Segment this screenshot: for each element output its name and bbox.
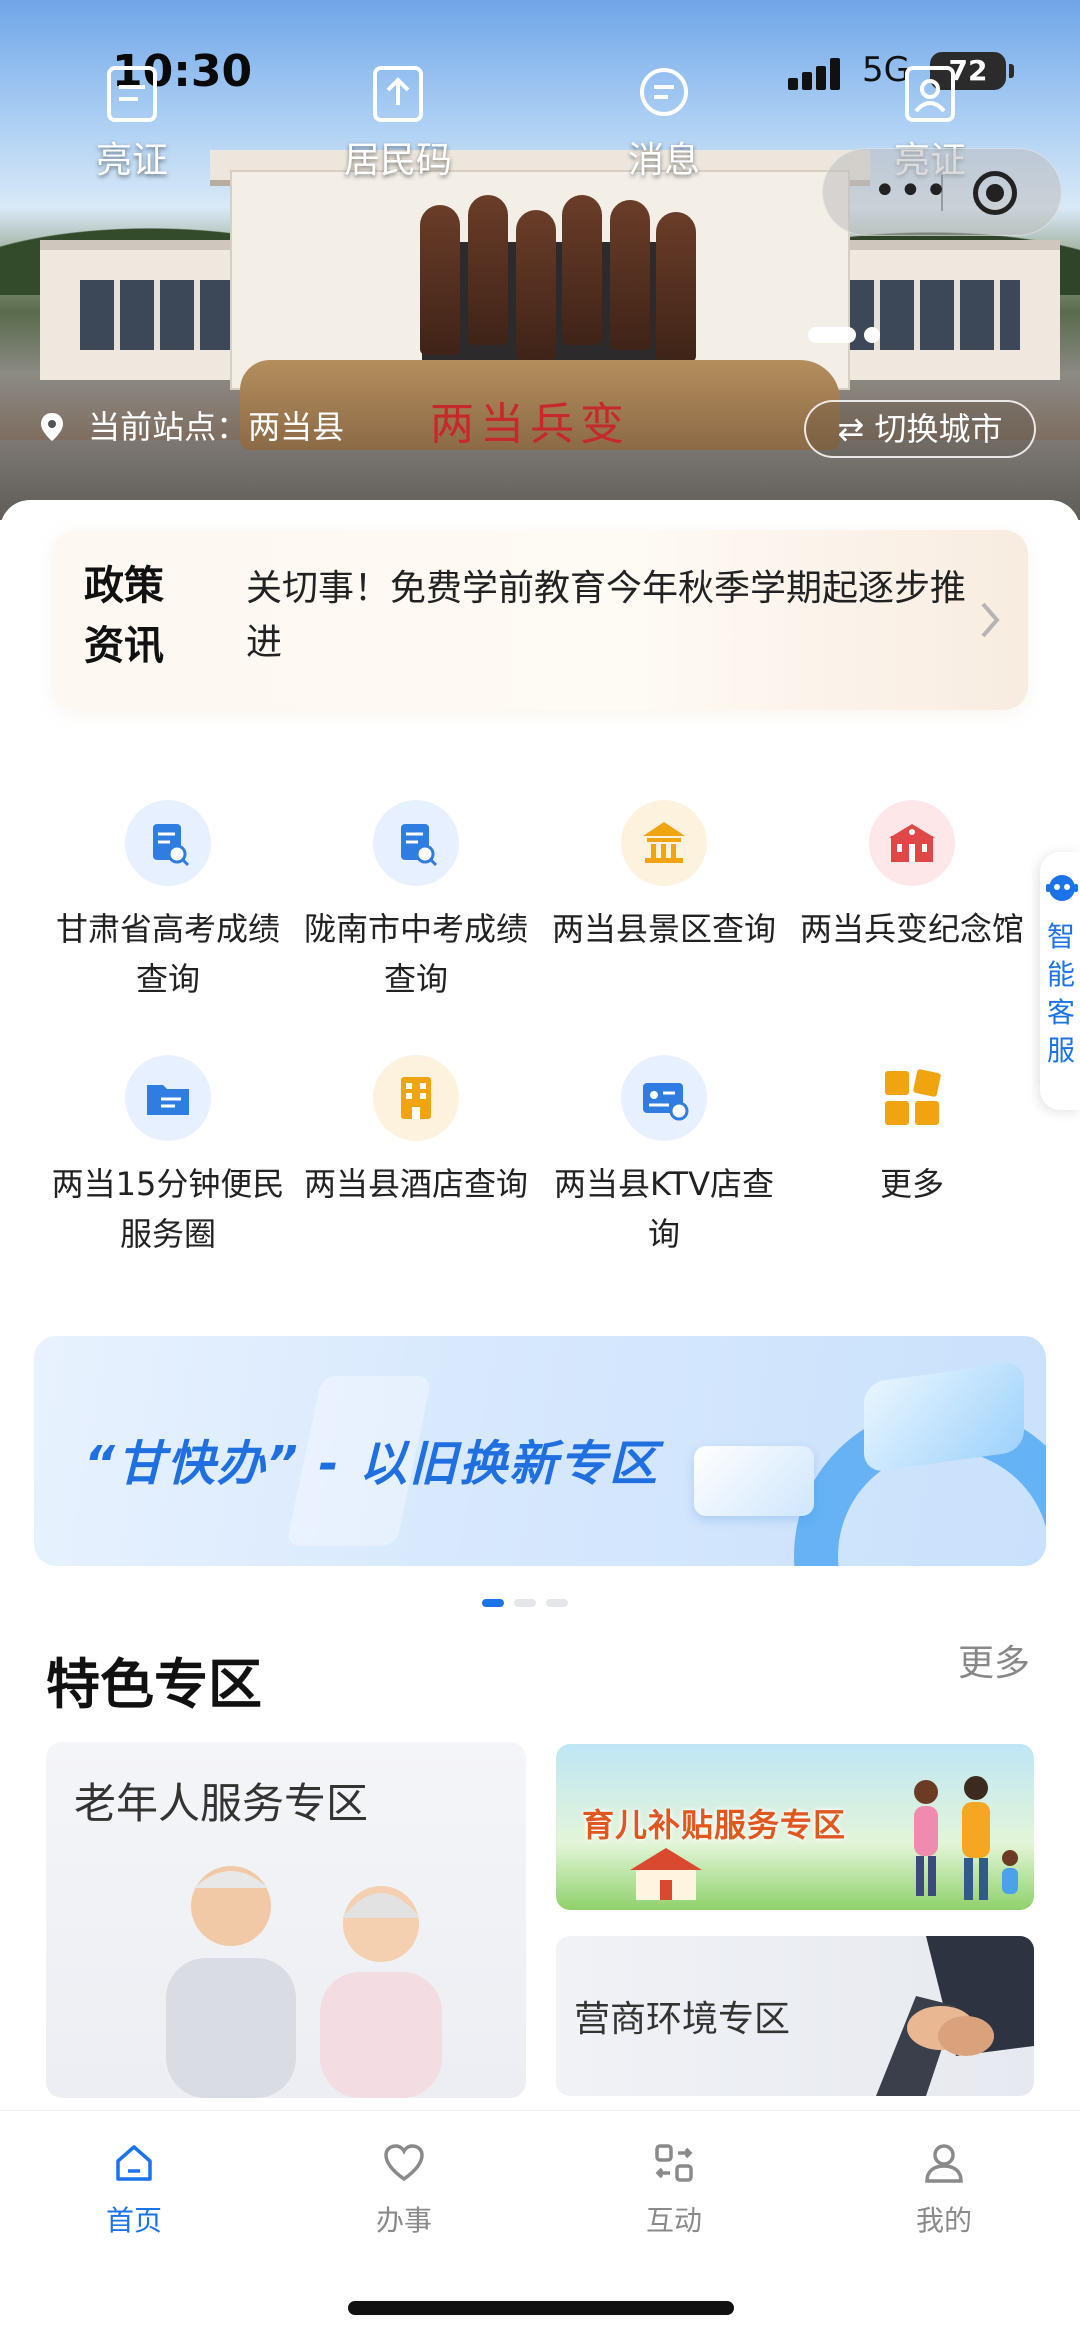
id-card-icon (905, 66, 955, 122)
tab-label: 互动 (645, 2204, 702, 2237)
featured-more-link[interactable]: 更多 (958, 1634, 1030, 1686)
service-memorial-hall[interactable]: 两当兵变纪念馆 (788, 800, 1036, 954)
quick-action-messages[interactable]: 消息 (584, 65, 744, 183)
home-icon (116, 2145, 152, 2181)
hero-banner[interactable]: 两当兵变 10:30 5G 72 亮证 居民码 消息 亮证 (0, 0, 1080, 520)
grid-more-icon (885, 1069, 941, 1125)
device-graphic (694, 1446, 814, 1516)
ktv-card-icon (643, 1083, 689, 1121)
tab-home[interactable]: 首页 (64, 2141, 204, 2239)
user-icon (925, 2144, 963, 2183)
tab-label: 首页 (105, 2204, 162, 2237)
location-pin-icon (41, 413, 63, 441)
service-label: 两当县KTV店查询 (554, 1165, 774, 1253)
tab-services[interactable]: 办事 (334, 2141, 474, 2239)
rock-inscription: 两当兵变 (430, 399, 630, 450)
interaction-icon (655, 2144, 693, 2182)
zone-title: 老年人服务专区 (74, 1779, 369, 1828)
document-icon (107, 66, 157, 122)
service-gaokao-score[interactable]: 甘肃省高考成绩查询 (44, 800, 292, 1004)
elderly-man-image (166, 1866, 296, 2098)
zone-title: 营商环境专区 (574, 1999, 791, 2040)
service-label: 两当县景区查询 (551, 910, 776, 948)
switch-city-button[interactable]: ⇄ 切换城市 (804, 400, 1036, 458)
hero-pager (808, 324, 888, 343)
policy-news-card[interactable]: 政策资讯 关切事！免费学前教育今年秋季学期起逐步推进 (52, 530, 1028, 710)
quick-action-resident-code[interactable]: 居民码 (318, 65, 478, 183)
quick-action-label: 亮证 (95, 140, 168, 181)
doc-search-icon (401, 824, 438, 867)
message-icon (640, 68, 688, 116)
smart-assistant-button[interactable]: 智能客服 (1040, 852, 1080, 1110)
home-indicator (348, 2301, 734, 2315)
hotel-icon (401, 1077, 431, 1119)
tab-profile[interactable]: 我的 (874, 2141, 1014, 2239)
service-label: 更多 (879, 1165, 944, 1203)
folder-icon (147, 1085, 189, 1115)
statue (656, 212, 696, 362)
tab-label: 办事 (375, 2204, 432, 2237)
chevron-right-icon (981, 602, 1000, 638)
service-label: 两当县酒店查询 (303, 1165, 528, 1203)
zone-title: 育儿补贴服务专区 (582, 1806, 847, 1844)
service-scenic-spots[interactable]: 两当县景区查询 (540, 800, 788, 954)
signal-icon (788, 58, 844, 90)
upload-icon (373, 66, 423, 122)
app-screen: 两当兵变 10:30 5G 72 亮证 居民码 消息 亮证 (0, 0, 1080, 2337)
service-15min-circle[interactable]: 两当15分钟便民服务圈 (44, 1055, 292, 1259)
policy-tag: 政策资讯 (84, 563, 164, 669)
pager-dot (546, 1599, 568, 1607)
banner-title: “甘快办” - 以旧换新专区 (84, 1436, 660, 1492)
service-label: 陇南市中考成绩查询 (303, 910, 528, 998)
station-text: 当前站点：两当县 (88, 408, 345, 446)
statue (468, 195, 508, 345)
statue (610, 200, 650, 350)
banner-pager (482, 1592, 578, 1611)
service-label: 甘肃省高考成绩查询 (55, 910, 280, 998)
trade-in-banner[interactable]: “甘快办” - 以旧换新专区 (34, 1336, 1046, 1566)
robot-icon (1046, 875, 1078, 901)
featured-section-title: 特色专区 (46, 1653, 262, 1716)
pager-dot-active (808, 326, 856, 343)
policy-headline: 关切事！免费学前教育今年秋季学期起逐步推进 (246, 568, 967, 663)
business-environment-zone[interactable]: 营商环境专区 (556, 1936, 1034, 2096)
statue (562, 195, 602, 345)
service-label: 两当15分钟便民服务圈 (51, 1165, 285, 1253)
main-content: 政策资讯 关切事！免费学前教育今年秋季学期起逐步推进 甘肃省高考成绩查询 陇南市… (0, 500, 1080, 2115)
current-station: 当前站点：两当县 (40, 402, 344, 448)
handshake-image (876, 1936, 1034, 2096)
service-more[interactable]: 更多 (788, 1055, 1036, 1209)
quick-action-label: 居民码 (343, 140, 452, 181)
elderly-service-zone[interactable]: 老年人服务专区 (46, 1742, 526, 2098)
museum-icon (889, 824, 935, 862)
heart-icon (384, 2144, 424, 2182)
service-zhongkao-score[interactable]: 陇南市中考成绩查询 (292, 800, 540, 1004)
tab-interaction[interactable]: 互动 (604, 2141, 744, 2239)
statue (516, 210, 556, 360)
statue (420, 205, 460, 355)
childcare-subsidy-zone[interactable]: 育儿补贴服务专区 (556, 1744, 1034, 1910)
service-ktv[interactable]: 两当县KTV店查询 (540, 1055, 788, 1259)
house-image (630, 1848, 702, 1900)
tab-label: 我的 (915, 2204, 972, 2237)
elderly-woman-image (320, 1886, 442, 2098)
assistant-label: 智能客服 (1046, 920, 1075, 1067)
quick-action-label: 消息 (627, 140, 700, 181)
pager-dot (514, 1599, 536, 1607)
pager-dot-active (482, 1599, 504, 1607)
service-label: 两当兵变纪念馆 (799, 910, 1024, 948)
service-hotels[interactable]: 两当县酒店查询 (292, 1055, 540, 1209)
temple-icon (643, 822, 685, 863)
doc-search-icon (153, 824, 190, 867)
bottom-tab-bar: 首页 办事 互动 我的 (0, 2110, 1080, 2337)
family-image (914, 1776, 1018, 1900)
quick-action-show-license[interactable]: 亮证 (52, 65, 212, 183)
close-target-icon[interactable] (973, 171, 1017, 215)
pager-dot (864, 326, 880, 343)
miniprogram-capsule: ••• (822, 148, 1062, 236)
more-dots-icon[interactable]: ••• (873, 171, 950, 211)
